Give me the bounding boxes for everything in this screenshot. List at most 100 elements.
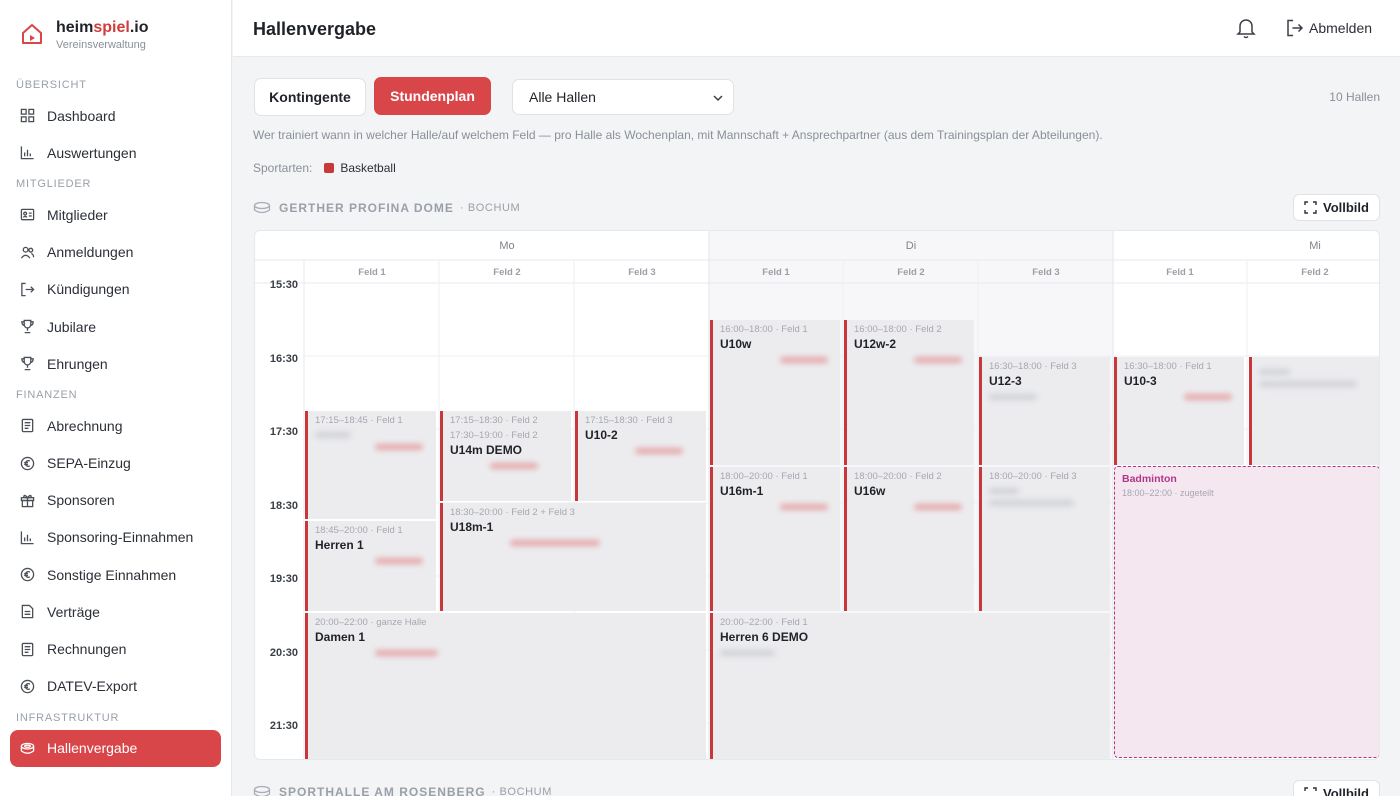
event-time: 16:00–18:00 · Feld 1 (720, 324, 808, 335)
sport-basketball[interactable]: Basketball (340, 161, 395, 175)
event-time: 18:30–20:00 · Feld 2 + Feld 3 (450, 507, 575, 518)
bar-chart-icon (20, 531, 34, 545)
field-label: Feld 3 (1032, 267, 1059, 278)
team-name: U18m-1 (450, 520, 494, 534)
sidebar-item-sponsoren[interactable]: Sponsoren (0, 482, 231, 519)
sidebar-item-sepa-einzug[interactable]: SEPA-Einzug (0, 445, 231, 482)
event-time: 17:15–18:30 · Feld 2 (450, 415, 538, 426)
sports-legend: Sportarten: Basketball (253, 161, 396, 175)
training-event[interactable]: 16:30–18:00 · Feld 1 U10-3 (1114, 357, 1244, 465)
sports-label: Sportarten: (253, 161, 313, 175)
document-icon (21, 642, 34, 656)
blurred-text (1184, 394, 1232, 400)
training-event[interactable]: 18:30–20:00 · Feld 2 + Feld 3 U18m-1 (440, 503, 706, 611)
blurred-text (989, 488, 1020, 494)
allocation-name: Badminton (1122, 473, 1177, 485)
sidebar-item-label: Rechnungen (47, 641, 127, 658)
sidebar-item-label: Sonstige Einnahmen (47, 566, 177, 583)
tab-kontingente[interactable]: Kontingente (254, 78, 366, 116)
hall-city: · BOCHUM (491, 786, 552, 796)
sidebar-item-label: Abrechnung (47, 417, 123, 434)
team-name: U10w (720, 337, 752, 351)
page-title: Hallenvergabe (253, 19, 377, 39)
sidebar-item-sponsoring-einnahmen[interactable]: Sponsoring-Einnahmen (0, 519, 231, 556)
sidebar-item-dashboard[interactable]: Dashboard (0, 97, 231, 134)
blurred-text (375, 444, 424, 450)
document-icon (21, 605, 34, 619)
blurred-text (1259, 381, 1357, 387)
top-bar: Hallenvergabe Abmelden (233, 0, 1400, 57)
section-ubersicht: ÜBERSICHT (16, 79, 87, 91)
tab-stundenplan[interactable]: Stundenplan (374, 77, 491, 115)
sidebar-item-label: Anmeldungen (47, 244, 134, 261)
sidebar-item-sonstige-einnahmen[interactable]: Sonstige Einnahmen (0, 556, 231, 593)
training-event[interactable]: 17:15–18:30 · Feld 2 17:30–19:00 · Feld … (440, 411, 571, 501)
sidebar-item-abrechnung[interactable]: Abrechnung (0, 407, 231, 444)
training-event[interactable]: 16:00–18:00 · Feld 2 U12w-2 (844, 320, 974, 465)
sidebar-item-ehrungen[interactable]: Ehrungen (0, 345, 231, 382)
training-event[interactable]: 20:00–22:00 · Feld 1 Herren 6 DEMO (710, 613, 1110, 759)
blurred-text (914, 504, 962, 510)
training-event[interactable]: 20:00–22:00 · ganze Halle Damen 1 (305, 613, 706, 759)
team-name: U10-2 (585, 428, 618, 442)
fullscreen-button[interactable]: Vollbild (1293, 780, 1380, 796)
hall-name: GERTHER PROFINA DOME (279, 201, 454, 215)
sidebar-item-label: Dashboard (47, 107, 116, 124)
logout-button[interactable]: Abmelden (1285, 18, 1372, 38)
day-label: Mi (1309, 240, 1321, 252)
bell-icon[interactable] (1236, 17, 1256, 39)
hall-select-value: Alle Hallen (529, 89, 596, 105)
badminton-allocation[interactable]: Badminton 18:00–22:00 · zugeteilt (1114, 466, 1379, 758)
day-label: Mo (499, 240, 514, 252)
training-event[interactable]: 18:00–20:00 · Feld 2 U16w (844, 467, 974, 611)
brand-subtitle: Vereinsverwaltung (56, 39, 146, 51)
event-time: 16:00–18:00 · Feld 2 (854, 324, 942, 335)
brand[interactable]: heimspiel.io Vereinsverwaltung (0, 0, 231, 72)
blurred-text (315, 432, 352, 438)
training-event[interactable]: 17:15–18:45 · Feld 1 (305, 411, 436, 519)
event-time: 17:15–18:30 · Feld 3 (585, 415, 673, 426)
event-time: 18:00–20:00 · Feld 3 (989, 471, 1077, 482)
blurred-text (989, 394, 1038, 400)
hall-header: SPORTHALLE AM ROSENBERG · BOCHUM (253, 785, 552, 796)
field-label: Feld 2 (1301, 267, 1328, 278)
training-event[interactable]: 18:00–20:00 · Feld 3 (979, 467, 1110, 611)
team-name: Damen 1 (315, 630, 366, 644)
field-label: Feld 1 (762, 267, 790, 278)
training-event[interactable]: 17:15–18:30 · Feld 3 U10-2 (575, 411, 706, 501)
sidebar-item-kundigungen[interactable]: Kündigungen (0, 271, 231, 308)
training-event[interactable]: 16:00–18:00 · Feld 1 U10w (710, 320, 840, 465)
training-event[interactable]: 18:00–20:00 · Feld 1 U16m-1 (710, 467, 840, 611)
stadium-icon (20, 742, 35, 754)
team-name: U16w (854, 484, 886, 498)
description: Wer trainiert wann in welcher Halle/auf … (253, 128, 1103, 142)
event-time: 17:15–18:45 · Feld 1 (315, 415, 403, 426)
fullscreen-button[interactable]: Vollbild (1293, 194, 1380, 221)
blurred-text (635, 448, 684, 454)
id-card-icon (20, 209, 35, 221)
field-label: Feld 1 (358, 267, 386, 278)
training-event[interactable]: 18:45–20:00 · Feld 1 Herren 1 (305, 521, 436, 611)
team-name: U14m DEMO (450, 443, 523, 457)
sidebar-item-label: Hallenvergabe (47, 740, 138, 757)
sidebar-item-label: Sponsoring-Einnahmen (47, 529, 194, 546)
main-content: Kontingente Stundenplan Alle Hallen 10 H… (233, 57, 1400, 796)
sidebar-item-vertrage[interactable]: Verträge (0, 593, 231, 630)
logout-arrow-icon (21, 282, 35, 297)
hall-select[interactable]: Alle Hallen (512, 79, 734, 115)
sidebar-item-label: Verträge (47, 603, 100, 620)
sidebar-item-jubilare[interactable]: Jubilare (0, 308, 231, 345)
event-time: 16:30–18:00 · Feld 3 (989, 361, 1077, 372)
blurred-text (780, 504, 828, 510)
training-event[interactable] (1249, 357, 1379, 465)
sidebar-item-datev-export[interactable]: DATEV-Export (0, 668, 231, 705)
stadium-icon (253, 785, 271, 796)
training-event[interactable]: 16:30–18:00 · Feld 3 U12-3 (979, 357, 1110, 465)
sidebar-item-auswertungen[interactable]: Auswertungen (0, 134, 231, 171)
sidebar-item-hallenvergabe[interactable]: Hallenvergabe (10, 729, 221, 767)
sidebar-item-rechnungen[interactable]: Rechnungen (0, 630, 231, 667)
sidebar-item-anmeldungen[interactable]: Anmeldungen (0, 234, 231, 271)
euro-icon (20, 456, 35, 470)
sidebar-item-mitglieder[interactable]: Mitglieder (0, 196, 231, 233)
field-label: Feld 2 (897, 267, 924, 278)
